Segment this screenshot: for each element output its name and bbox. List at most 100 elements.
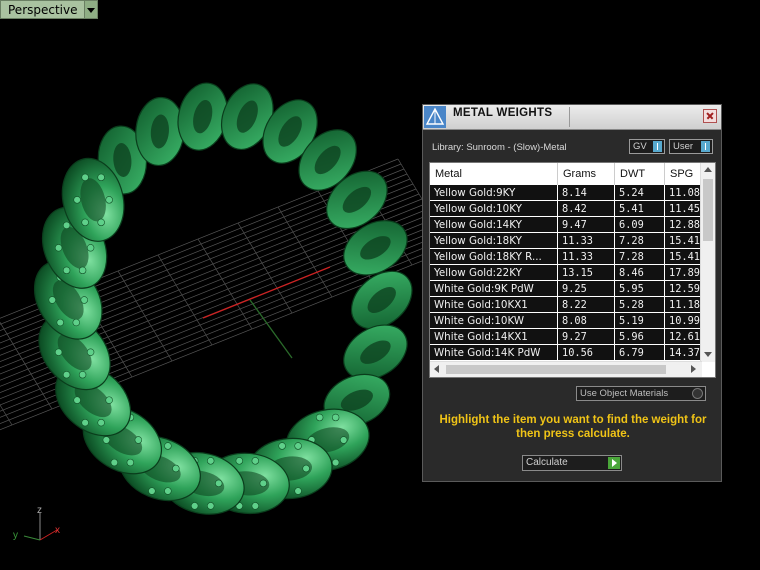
user-option[interactable]: User	[669, 139, 713, 154]
table-row[interactable]: White Gold:10KW 8.08 5.19 10.99	[430, 313, 702, 329]
close-icon[interactable]	[703, 109, 717, 123]
gv-toggle-icon[interactable]	[653, 141, 662, 152]
horizontal-scroll-thumb[interactable]	[446, 365, 666, 374]
chain-bead	[315, 413, 324, 422]
table-row[interactable]: Yellow Gold:9KY 8.14 5.24 11.08	[430, 185, 702, 201]
chain-bead	[72, 318, 80, 327]
cell-spg: 10.99	[665, 313, 702, 328]
chain-bead	[134, 436, 143, 444]
viewport-label[interactable]: Perspective	[0, 0, 84, 19]
chain-bead	[86, 244, 95, 252]
chain-bead	[81, 173, 89, 182]
cell-dwt: 5.19	[615, 313, 665, 328]
cell-spg: 17.89	[665, 265, 702, 280]
chain-bead	[294, 442, 302, 450]
gv-option[interactable]: GV	[629, 139, 665, 154]
cell-metal: Yellow Gold:22KY	[430, 265, 558, 280]
titlebar-divider	[569, 107, 570, 127]
chain-bead	[278, 442, 286, 450]
cell-metal: Yellow Gold:18KY R...	[430, 249, 558, 264]
chain-bead	[302, 464, 310, 473]
panel-title: METAL WEIGHTS	[453, 107, 553, 119]
cell-dwt: 5.95	[615, 281, 665, 296]
metal-table[interactable]: Metal Grams DWT SPG Yellow Gold:9KY 8.14 5…	[429, 162, 716, 378]
chain-bead	[48, 296, 56, 304]
table-row[interactable]: White Gold:9K PdW 9.25 5.95 12.59	[430, 281, 702, 297]
cell-spg: 12.59	[665, 281, 702, 296]
table-row[interactable]: Yellow Gold:18KY 11.33 7.28 15.41	[430, 233, 702, 249]
cell-dwt: 6.09	[615, 217, 665, 232]
chain-bead	[62, 266, 71, 275]
matrix-logo-icon	[424, 106, 446, 128]
cell-spg: 11.45	[665, 201, 702, 216]
cell-metal: White Gold:14KX1	[430, 329, 558, 344]
chain-bead	[86, 348, 95, 356]
cell-grams: 8.08	[558, 313, 615, 328]
column-header-spg[interactable]: SPG	[665, 163, 702, 185]
viewport-tab[interactable]: Perspective	[0, 0, 98, 19]
table-row[interactable]: Yellow Gold:22KY 13.15 8.46 17.89	[430, 265, 702, 281]
cell-grams: 9.27	[558, 329, 615, 344]
cell-spg: 15.41	[665, 233, 702, 248]
horizontal-scrollbar[interactable]	[430, 361, 702, 377]
chain-bead	[251, 457, 260, 465]
cell-dwt: 7.28	[615, 233, 665, 248]
radio-icon[interactable]	[692, 388, 703, 399]
vertical-scrollbar[interactable]	[700, 163, 715, 362]
panel-titlebar[interactable]: METAL WEIGHTS	[423, 105, 721, 130]
library-label: Library: Sunroom - (Slow)-Metal	[432, 142, 567, 153]
chain-bead	[62, 221, 71, 229]
chain-bead	[73, 196, 81, 204]
x-axis-line	[202, 266, 331, 319]
metal-weights-panel: METAL WEIGHTS Library: Sunroom - (Slow)-…	[422, 104, 722, 482]
cell-grams: 9.47	[558, 217, 615, 232]
y-axis-label: y	[13, 530, 18, 541]
use-object-materials-option[interactable]: Use Object Materials	[576, 386, 706, 401]
user-toggle-icon[interactable]	[701, 141, 710, 152]
table-row[interactable]: Yellow Gold:14KY 9.47 6.09 12.88	[430, 217, 702, 233]
cell-metal: Yellow Gold:14KY	[430, 217, 558, 232]
scroll-right-icon[interactable]	[691, 365, 696, 373]
vertical-scroll-thumb[interactable]	[703, 179, 713, 241]
table-row[interactable]: Yellow Gold:10KY 8.42 5.41 11.45	[430, 201, 702, 217]
table-row[interactable]: White Gold:10KX1 8.22 5.28 11.18	[430, 297, 702, 313]
chain-bead	[172, 464, 180, 473]
column-header-dwt[interactable]: DWT	[615, 163, 665, 185]
table-row[interactable]: White Gold:14KX1 9.27 5.96 12.61	[430, 329, 702, 345]
cell-metal: Yellow Gold:10KY	[430, 201, 558, 216]
table-row[interactable]: Yellow Gold:18KY R... 11.33 7.28 15.41	[430, 249, 702, 265]
chain-bead	[164, 487, 172, 495]
z-axis-label: z	[37, 505, 42, 516]
chain-bead	[164, 442, 172, 450]
user-option-label: User	[673, 141, 694, 152]
chain-bead	[105, 196, 113, 204]
calculate-button[interactable]: Calculate	[522, 455, 622, 471]
column-header-metal[interactable]: Metal	[430, 163, 558, 185]
column-header-grams[interactable]: Grams	[558, 163, 615, 185]
gv-option-label: GV	[633, 141, 647, 152]
chain-bead	[206, 502, 215, 510]
table-row[interactable]: White Gold:14K PdW 10.56 6.79 14.37	[430, 345, 702, 361]
chain-bead	[78, 371, 87, 379]
chain-bead	[190, 502, 199, 510]
play-icon[interactable]	[608, 457, 620, 469]
scroll-down-icon[interactable]	[704, 352, 712, 357]
viewport-menu-arrow-icon[interactable]	[83, 0, 98, 19]
chain-bead	[331, 458, 340, 467]
cell-spg: 11.18	[665, 297, 702, 312]
chain-bead	[97, 173, 105, 182]
cell-metal: White Gold:14K PdW	[430, 345, 558, 360]
chain-bead	[97, 418, 105, 427]
cell-dwt: 5.28	[615, 297, 665, 312]
calculate-label: Calculate	[526, 457, 568, 468]
scroll-up-icon[interactable]	[704, 167, 712, 172]
scroll-left-icon[interactable]	[434, 365, 439, 373]
chain-bead	[259, 479, 268, 488]
chain-bead	[148, 487, 156, 495]
chain-bead	[56, 318, 64, 327]
chain-bead	[54, 244, 63, 252]
chain-bead	[126, 458, 135, 467]
cell-grams: 8.22	[558, 297, 615, 312]
cell-dwt: 7.28	[615, 249, 665, 264]
cell-spg: 14.37	[665, 345, 702, 360]
